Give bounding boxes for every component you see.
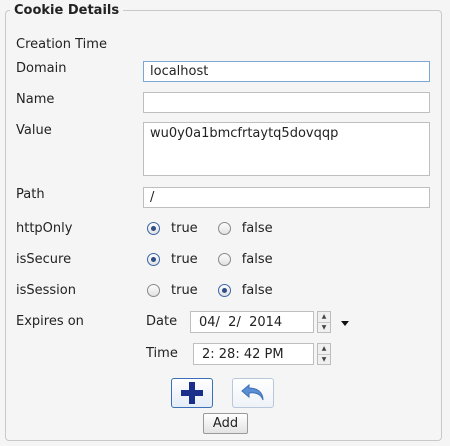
plus-icon [181,382,203,404]
http-only-true-option[interactable]: true [147,221,198,236]
is-secure-false-radio[interactable] [217,253,231,266]
name-field[interactable] [143,92,430,113]
time-label: Time [146,346,178,361]
is-session-false-option[interactable]: false [217,283,273,298]
name-label: Name [16,92,55,107]
value-field[interactable]: wu0y0a1bmcfrtaytq5dovqqp [143,122,430,176]
is-session-true-option[interactable]: true [147,283,198,298]
http-only-false-label: false [241,221,273,236]
panel-title: Cookie Details [10,3,124,18]
is-session-false-label: false [241,283,273,298]
time-spin-up-icon[interactable]: ▲ [318,344,330,355]
is-secure-label: isSecure [16,252,72,267]
is-session-true-label: true [171,283,198,298]
is-secure-false-option[interactable]: false [217,252,273,267]
http-only-true-label: true [171,221,198,236]
date-label: Date [146,314,178,329]
is-session-true-radio[interactable] [147,284,160,297]
is-secure-true-label: true [171,252,198,267]
is-secure-true-option[interactable]: true [147,252,198,267]
add-button[interactable]: Add [203,413,248,434]
date-field[interactable]: 04/ 2/ 2014 [190,311,314,333]
http-only-radio-group: true false [147,221,293,236]
date-spinner[interactable]: ▲ ▼ [317,311,331,333]
is-session-false-radio[interactable] [217,284,231,297]
expires-on-label: Expires on [16,314,84,329]
date-spin-down-icon[interactable]: ▼ [318,323,330,333]
domain-label: Domain [16,61,67,76]
is-secure-false-label: false [241,252,273,267]
domain-field[interactable] [143,61,430,82]
is-secure-true-radio[interactable] [147,253,160,266]
http-only-true-radio[interactable] [147,222,160,235]
value-label: Value [16,123,52,138]
time-spinner[interactable]: ▲ ▼ [317,343,331,365]
is-session-radio-group: true false [147,283,293,298]
http-only-false-radio[interactable] [217,222,231,235]
is-session-label: isSession [16,283,76,298]
is-secure-radio-group: true false [147,252,293,267]
add-cookie-icon-button[interactable] [171,378,213,408]
time-spin-down-icon[interactable]: ▼ [318,355,330,365]
undo-button[interactable] [232,378,274,408]
http-only-false-option[interactable]: false [217,221,273,236]
time-field[interactable]: 2: 28: 42 PM [193,343,314,365]
creation-time-label: Creation Time [16,37,107,52]
date-spin-up-icon[interactable]: ▲ [318,312,330,323]
path-field[interactable] [143,187,430,208]
http-only-label: httpOnly [16,221,73,236]
path-label: Path [16,187,45,202]
undo-arrow-icon [241,383,264,401]
date-dropdown-arrow-icon[interactable] [341,321,349,326]
